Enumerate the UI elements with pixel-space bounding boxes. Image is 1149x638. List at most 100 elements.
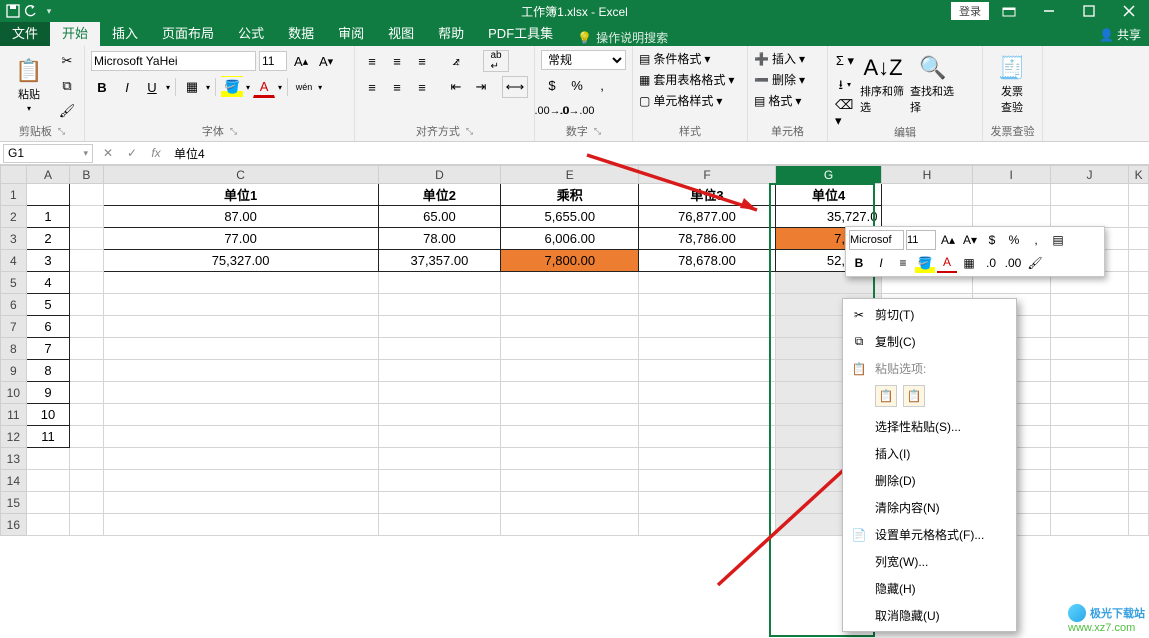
cell[interactable]: 10 xyxy=(26,404,70,426)
ctx-cut[interactable]: ✂剪切(T) xyxy=(843,301,1016,328)
launcher-icon[interactable]: ⤡ xyxy=(230,126,237,137)
chevron-down-icon[interactable]: ▾ xyxy=(318,83,322,92)
col-E[interactable]: E xyxy=(501,166,639,184)
paste-keep-source-icon[interactable]: 📋 xyxy=(875,385,897,407)
chevron-down-icon[interactable]: ▾ xyxy=(166,83,170,92)
cell[interactable]: 75,327.00 xyxy=(103,250,378,272)
mini-font-name-input[interactable] xyxy=(849,230,904,250)
cell[interactable]: 5 xyxy=(26,294,70,316)
col-F[interactable]: F xyxy=(639,166,775,184)
format-painter-icon[interactable]: 🖌 xyxy=(56,100,78,122)
cell[interactable]: 3 xyxy=(26,250,70,272)
cell[interactable]: 6 xyxy=(26,316,70,338)
cell[interactable]: 35,727.0 xyxy=(775,206,882,228)
cell[interactable]: 单位4 xyxy=(775,184,882,206)
autosum-icon[interactable]: Σ ▾ xyxy=(834,50,856,72)
accept-formula-icon[interactable]: ✓ xyxy=(120,146,144,160)
tab-pagelayout[interactable]: 页面布局 xyxy=(150,19,226,46)
tab-formulas[interactable]: 公式 xyxy=(226,19,276,46)
invoice-verify-button[interactable]: 🧾发票 查验 xyxy=(989,50,1035,120)
cell[interactable]: 37,357.00 xyxy=(378,250,501,272)
font-color-icon[interactable]: A xyxy=(937,253,957,273)
align-middle-icon[interactable]: ≡ xyxy=(386,50,408,72)
cell[interactable]: 78.00 xyxy=(378,228,501,250)
fill-color-icon[interactable]: 🪣 xyxy=(221,76,243,98)
increase-font-icon[interactable]: A▴ xyxy=(938,230,958,250)
copy-icon[interactable]: ⧉ xyxy=(56,75,78,97)
chevron-down-icon[interactable]: ▾ xyxy=(278,83,282,92)
cell[interactable]: 8 xyxy=(26,360,70,382)
login-button[interactable]: 登录 xyxy=(951,2,989,20)
cell[interactable] xyxy=(26,184,70,206)
find-select-button[interactable]: 🔍查找和选择 xyxy=(910,50,956,120)
tab-file[interactable]: 文件 xyxy=(0,19,50,46)
col-B[interactable]: B xyxy=(70,166,103,184)
cell[interactable]: 76,877.00 xyxy=(639,206,775,228)
cell[interactable]: 单位3 xyxy=(639,184,775,206)
cell[interactable]: 87.00 xyxy=(103,206,378,228)
font-name-input[interactable] xyxy=(91,51,256,71)
ctx-col-width[interactable]: 列宽(W)... xyxy=(843,548,1016,575)
percent-icon[interactable]: % xyxy=(566,74,588,96)
bold-button[interactable]: B xyxy=(849,253,869,273)
cut-icon[interactable]: ✂ xyxy=(56,50,78,72)
percent-icon[interactable]: % xyxy=(1004,230,1024,250)
ctx-unhide[interactable]: 取消隐藏(U) xyxy=(843,602,1016,629)
ctx-copy[interactable]: ⧉复制(C) xyxy=(843,328,1016,355)
chevron-down-icon[interactable]: ▾ xyxy=(246,83,250,92)
save-icon[interactable] xyxy=(6,4,20,18)
col-A[interactable]: A xyxy=(26,166,70,184)
increase-font-icon[interactable]: A▴ xyxy=(290,50,312,72)
tab-help[interactable]: 帮助 xyxy=(426,19,476,46)
cell[interactable]: 65.00 xyxy=(378,206,501,228)
cell[interactable]: 乘积 xyxy=(501,184,639,206)
name-box[interactable]: G1▾ xyxy=(3,144,93,163)
border-icon[interactable]: ▦ xyxy=(959,253,979,273)
italic-button[interactable]: I xyxy=(871,253,891,273)
close-icon[interactable] xyxy=(1109,0,1149,22)
chevron-down-icon[interactable]: ▾ xyxy=(206,83,210,92)
merge-center-icon[interactable]: ⟷ xyxy=(502,76,528,98)
increase-decimal-icon[interactable]: .00 xyxy=(1003,253,1023,273)
cell[interactable]: 单位1 xyxy=(103,184,378,206)
cell[interactable]: 78,786.00 xyxy=(639,228,775,250)
table-format-button[interactable]: ▦ 套用表格格式 ▾ xyxy=(639,71,734,88)
launcher-icon[interactable]: ⤡ xyxy=(466,126,473,137)
cells-insert-button[interactable]: ➕ 插入 ▾ xyxy=(754,50,805,67)
col-I[interactable]: I xyxy=(972,166,1050,184)
cell[interactable]: 5,655.00 xyxy=(501,206,639,228)
col-G[interactable]: G xyxy=(775,166,882,184)
tell-me-search[interactable]: 💡 操作说明搜索 xyxy=(577,29,668,46)
align-right-icon[interactable]: ≡ xyxy=(411,76,433,98)
decrease-decimal-icon[interactable]: .0 xyxy=(981,253,1001,273)
launcher-icon[interactable]: ⤡ xyxy=(594,126,601,137)
cell[interactable]: 1 xyxy=(26,206,70,228)
comma-icon[interactable]: , xyxy=(591,74,613,96)
cell[interactable]: 2 xyxy=(26,228,70,250)
align-left-icon[interactable]: ≡ xyxy=(361,76,383,98)
minimize-icon[interactable] xyxy=(1029,0,1069,22)
cell[interactable]: 77.00 xyxy=(103,228,378,250)
italic-button[interactable]: I xyxy=(116,76,138,98)
tab-data[interactable]: 数据 xyxy=(276,19,326,46)
col-H[interactable]: H xyxy=(882,166,972,184)
paste-button[interactable]: 📋 粘贴 ▾ xyxy=(6,50,52,120)
decrease-indent-icon[interactable]: ⇤ xyxy=(445,76,467,98)
align-center-icon[interactable]: ≡ xyxy=(386,76,408,98)
cell[interactable]: 9 xyxy=(26,382,70,404)
tab-view[interactable]: 视图 xyxy=(376,19,426,46)
cell[interactable]: 11 xyxy=(26,426,70,448)
mini-font-size-input[interactable] xyxy=(906,230,936,250)
clear-icon[interactable]: ⌫ ▾ xyxy=(834,102,856,124)
select-all-corner[interactable] xyxy=(1,166,27,184)
accounting-icon[interactable]: $ xyxy=(541,74,563,96)
decrease-font-icon[interactable]: A▾ xyxy=(315,50,337,72)
cells-format-button[interactable]: ▤ 格式 ▾ xyxy=(754,92,801,109)
number-format-select[interactable]: 常规 xyxy=(541,50,626,70)
share-button[interactable]: 👤 共享 xyxy=(1099,26,1141,43)
conditional-format-button[interactable]: ▤ 条件格式 ▾ xyxy=(639,50,710,67)
wrap-text-icon[interactable]: ab↵ xyxy=(483,50,509,72)
increase-indent-icon[interactable]: ⇥ xyxy=(470,76,492,98)
cell[interactable]: 单位2 xyxy=(378,184,501,206)
format-painter-icon[interactable]: 🖌 xyxy=(1025,253,1045,273)
